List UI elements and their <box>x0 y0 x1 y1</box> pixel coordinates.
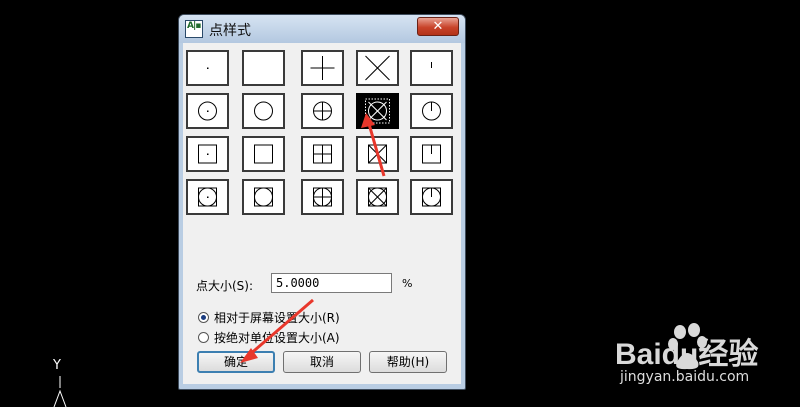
watermark-brand: Baidu经验 <box>615 337 758 371</box>
point-style-tile[interactable] <box>186 93 229 129</box>
point-size-unit: % <box>402 277 413 290</box>
radio-absolute-units[interactable]: 按绝对单位设置大小(A) <box>198 329 340 346</box>
point-style-tile[interactable] <box>186 136 229 172</box>
point-style-tile[interactable] <box>186 179 229 215</box>
point-style-tile[interactable] <box>356 136 399 172</box>
point-size-label: 点大小(S): <box>196 279 254 293</box>
point-style-tile[interactable] <box>301 179 344 215</box>
point-style-tile[interactable] <box>356 93 399 129</box>
point-style-tile[interactable] <box>186 50 229 86</box>
title-bar[interactable]: A|▪ 点样式 ✕ <box>179 15 465 43</box>
point-style-tile[interactable] <box>410 93 453 129</box>
help-button[interactable]: 帮助(H) <box>369 351 447 373</box>
point-style-grid <box>186 45 458 215</box>
point-size-input[interactable]: 5.0000 <box>271 273 392 293</box>
dialog-body: 点大小(S): 5.0000 % 相对于屏幕设置大小(R) 按绝对单位设置大小(… <box>183 43 461 384</box>
point-style-tile[interactable] <box>301 93 344 129</box>
cancel-button[interactable]: 取消 <box>283 351 361 373</box>
autocad-app-icon: A|▪ <box>185 20 203 38</box>
point-style-tile[interactable] <box>301 50 344 86</box>
radio-relative-to-screen[interactable]: 相对于屏幕设置大小(R) <box>198 309 340 326</box>
point-style-tile[interactable] <box>410 179 453 215</box>
point-style-tile[interactable] <box>242 93 285 129</box>
point-style-dialog: A|▪ 点样式 ✕ 点大小(S): 5.0000 % 相对于屏幕设置大小(R) … <box>178 14 466 390</box>
point-style-tile[interactable] <box>356 50 399 86</box>
close-button[interactable]: ✕ <box>417 17 459 36</box>
point-style-tile[interactable] <box>242 50 285 86</box>
point-style-tile[interactable] <box>356 179 399 215</box>
ucs-icon: Y <box>48 358 72 407</box>
point-style-tile[interactable] <box>242 179 285 215</box>
radio-relative-label: 相对于屏幕设置大小(R) <box>214 311 340 325</box>
point-style-tile[interactable] <box>410 136 453 172</box>
watermark-url: jingyan.baidu.com <box>620 369 750 385</box>
radio-indicator[interactable] <box>198 332 209 343</box>
point-style-tile[interactable] <box>410 50 453 86</box>
radio-indicator[interactable] <box>198 312 209 323</box>
radio-absolute-label: 按绝对单位设置大小(A) <box>214 331 340 345</box>
ok-button[interactable]: 确定 <box>197 351 275 373</box>
point-style-tile[interactable] <box>301 136 344 172</box>
dialog-title: 点样式 <box>209 23 251 39</box>
point-style-tile[interactable] <box>242 136 285 172</box>
